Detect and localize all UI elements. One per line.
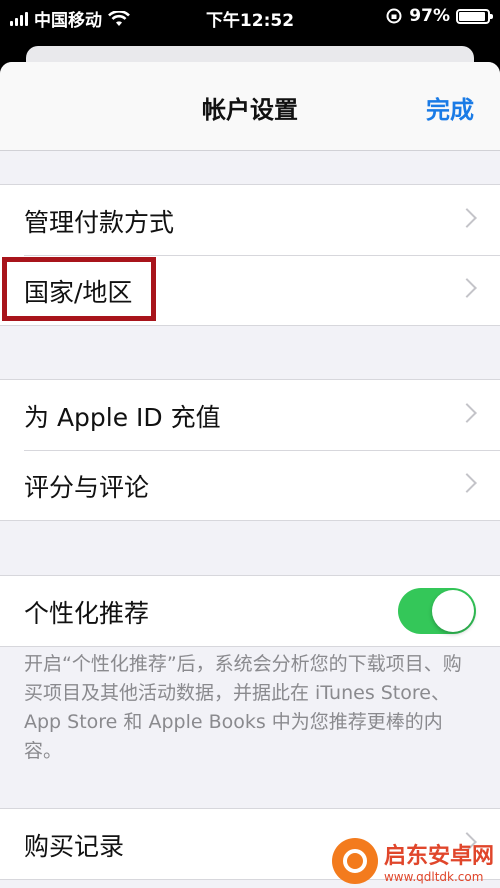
ratings-reviews-label: 评分与评论 xyxy=(24,473,150,502)
apple-id-group: 为 Apple ID 充值 评分与评论 xyxy=(0,379,500,521)
battery-icon xyxy=(456,8,493,24)
account-settings-sheet: 帐户设置 完成 管理付款方式 国家/地区 为 Apple ID 充值 评分与评论… xyxy=(0,62,500,888)
chevron-right-icon xyxy=(457,278,477,298)
manage-payment-row[interactable]: 管理付款方式 xyxy=(0,185,500,255)
watermark-text: 启东安卓网 www.qdltdk.com xyxy=(384,838,494,884)
done-button[interactable]: 完成 xyxy=(426,90,474,125)
chevron-right-icon xyxy=(457,473,477,493)
ratings-reviews-row[interactable]: 评分与评论 xyxy=(0,450,500,520)
status-bar: 中国移动 下午12:52 97% xyxy=(0,0,500,34)
country-region-label: 国家/地区 xyxy=(24,278,133,307)
status-right: 97% xyxy=(385,6,493,26)
chevron-right-icon xyxy=(457,403,477,423)
orientation-lock-icon xyxy=(386,8,402,24)
page-title: 帐户设置 xyxy=(202,96,298,124)
chevron-right-icon xyxy=(457,208,477,228)
personalization-group: 个性化推荐 xyxy=(0,575,500,647)
add-funds-label: 为 Apple ID 充值 xyxy=(24,403,221,432)
personalized-recommendations-row: 个性化推荐 xyxy=(0,576,500,646)
personalization-footnote: 开启“个性化推荐”后，系统会分析您的下载项目、购买项目及其他活动数据，并据此在 … xyxy=(24,653,462,762)
navigation-bar: 帐户设置 完成 xyxy=(0,62,500,151)
purchase-history-label: 购买记录 xyxy=(24,832,125,861)
watermark-logo-icon xyxy=(331,838,378,884)
watermark: 启东安卓网 www.qdltdk.com xyxy=(331,838,494,884)
personalized-recommendations-label: 个性化推荐 xyxy=(24,599,150,628)
toggle-knob xyxy=(432,590,474,632)
add-funds-row[interactable]: 为 Apple ID 充值 xyxy=(0,380,500,450)
manage-payment-label: 管理付款方式 xyxy=(24,208,175,237)
watermark-url: www.qdltdk.com xyxy=(383,870,484,884)
personalized-recommendations-toggle[interactable] xyxy=(398,588,476,634)
payment-group: 管理付款方式 国家/地区 xyxy=(0,184,500,326)
battery-percent: 97% xyxy=(409,6,450,26)
watermark-title: 启东安卓网 xyxy=(383,844,494,869)
country-region-row[interactable]: 国家/地区 xyxy=(0,255,500,325)
